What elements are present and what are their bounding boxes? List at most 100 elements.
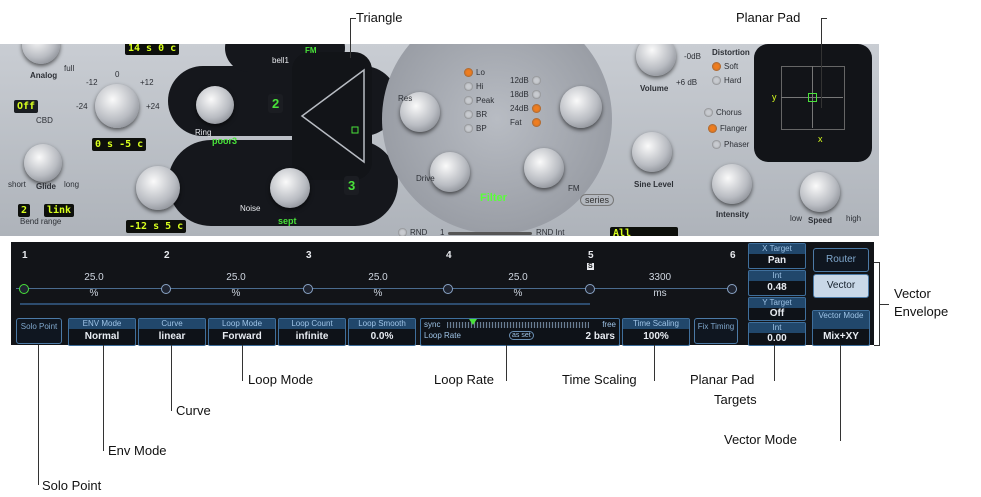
osc3-tune-knob[interactable] xyxy=(136,166,180,210)
segment-value[interactable]: 25.0 xyxy=(488,272,548,283)
as-set-button[interactable]: as set xyxy=(509,331,534,340)
callout-planar-pad-targets: Planar Pad xyxy=(690,372,755,387)
slope-fat-led[interactable] xyxy=(532,118,541,127)
flanger-led[interactable] xyxy=(708,124,717,133)
triangle-pad[interactable] xyxy=(292,52,372,180)
callout-line xyxy=(242,345,243,381)
segment-unit: % xyxy=(89,288,99,299)
phaser-label: Phaser xyxy=(724,140,750,149)
chorus-led[interactable] xyxy=(704,108,713,117)
phaser-led[interactable] xyxy=(712,140,721,149)
callout-line xyxy=(879,304,889,305)
analog-knob[interactable] xyxy=(22,44,60,64)
osc1-tune-display[interactable]: 14 s 0 c xyxy=(125,44,180,55)
loop-rate-control[interactable]: sync free Loop Rate as set 2 bars xyxy=(420,318,620,346)
rnd-target-select[interactable]: All xyxy=(610,227,678,236)
slope-12-led[interactable] xyxy=(532,76,541,85)
osc3-number[interactable]: 3 xyxy=(344,176,360,195)
callout-loop-rate: Loop Rate xyxy=(434,372,494,387)
filter-lo-led[interactable] xyxy=(464,68,473,77)
filter2-res-knob[interactable] xyxy=(560,86,602,128)
loop-smooth-control[interactable]: Loop Smooth 0.0% xyxy=(348,318,416,346)
solo-point-button[interactable]: Solo Point xyxy=(16,318,62,344)
filter-type-label: BP xyxy=(476,124,487,133)
distortion-soft-led[interactable] xyxy=(712,62,721,71)
filter-hi-led[interactable] xyxy=(464,82,473,91)
glide-knob[interactable] xyxy=(24,144,62,182)
env-point-4[interactable] xyxy=(443,284,453,294)
slope-label: 12dB xyxy=(510,76,529,85)
env-point-2[interactable] xyxy=(161,284,171,294)
planar-pad[interactable]: y x xyxy=(754,44,872,162)
tick-label: -24 xyxy=(76,102,88,111)
planar-pad-cursor[interactable] xyxy=(808,93,817,102)
analog-label: Analog xyxy=(30,71,58,80)
speed-knob[interactable] xyxy=(800,172,840,212)
env-point-6[interactable] xyxy=(727,284,737,294)
x-target-menu[interactable]: X Target Pan xyxy=(748,243,806,269)
env-loop-bar[interactable] xyxy=(20,303,590,305)
bend-link[interactable]: link xyxy=(44,204,75,217)
sustain-marker[interactable]: S xyxy=(587,263,594,270)
series-button[interactable]: series xyxy=(580,194,615,206)
slope-label: 24dB xyxy=(510,104,529,113)
slope-18-led[interactable] xyxy=(532,90,541,99)
glide-long-label: long xyxy=(64,180,80,189)
x-int-value: 0.48 xyxy=(767,282,787,293)
y-int-control[interactable]: Int 0.00 xyxy=(748,322,806,346)
callout-planar-pad-targets: Targets xyxy=(714,392,757,407)
rnd-button[interactable] xyxy=(398,228,407,236)
osc3-wave-knob[interactable] xyxy=(270,168,310,208)
rnd-label: RND xyxy=(410,228,428,236)
loop-smooth-label: Loop Smooth xyxy=(349,319,415,329)
intensity-knob[interactable] xyxy=(712,164,752,204)
segment-value[interactable]: 25.0 xyxy=(348,272,408,283)
osc3-tune-display[interactable]: -12 s 5 c xyxy=(126,220,187,233)
osc2-tune-display[interactable]: 0 s -5 c xyxy=(92,138,147,151)
filter2-fm-knob[interactable] xyxy=(524,148,564,188)
loop-rate-handle[interactable] xyxy=(469,319,477,325)
osc2-wave-name: poor3 xyxy=(212,136,238,146)
osc2-wave-knob[interactable] xyxy=(196,86,234,124)
chorus-label: Chorus xyxy=(716,108,742,117)
filter-button[interactable]: Filter xyxy=(480,192,507,204)
curve-control[interactable]: Curve linear xyxy=(138,318,206,346)
env-point-3[interactable] xyxy=(303,284,313,294)
curve-value: linear xyxy=(158,331,186,342)
x-int-control[interactable]: Int 0.48 xyxy=(748,270,806,296)
y-target-menu[interactable]: Y Target Off xyxy=(748,297,806,321)
distortion-hard-led[interactable] xyxy=(712,76,721,85)
filter1-drive-knob[interactable] xyxy=(430,152,470,192)
segment-value[interactable]: 25.0 xyxy=(206,272,266,283)
router-button[interactable]: Router xyxy=(813,248,869,272)
fix-timing-button[interactable]: Fix Timing xyxy=(694,318,738,344)
time-scaling-control[interactable]: Time Scaling 100% xyxy=(622,318,690,346)
segment-value[interactable]: 3300 xyxy=(630,272,690,283)
osc2-number[interactable]: 2 xyxy=(268,94,284,113)
callout-vector-mode: Vector Mode xyxy=(724,432,797,447)
volume-knob[interactable] xyxy=(636,44,676,76)
callout-env-mode: Env Mode xyxy=(108,443,167,458)
filter-br-led[interactable] xyxy=(464,110,473,119)
vector-button[interactable]: Vector xyxy=(813,274,869,298)
curve-label: Curve xyxy=(139,319,205,329)
osc2-tune-knob[interactable] xyxy=(95,84,139,128)
loop-count-control[interactable]: Loop Count infinite xyxy=(278,318,346,346)
filter-peak-led[interactable] xyxy=(464,96,473,105)
tick-label: -12 xyxy=(86,78,98,87)
cbd-select[interactable]: Off xyxy=(14,100,39,113)
sine-level-knob[interactable] xyxy=(632,132,672,172)
loop-mode-menu[interactable]: Loop Mode Forward xyxy=(208,318,276,346)
rnd-int-slider[interactable] xyxy=(448,232,532,235)
slope-24-led[interactable] xyxy=(532,104,541,113)
vector-mode-menu[interactable]: Vector Mode Mix+XY xyxy=(812,310,870,346)
bend-up-value[interactable]: 2 xyxy=(18,204,31,217)
env-point-5[interactable] xyxy=(585,284,595,294)
callout-line xyxy=(506,345,507,381)
segment-value[interactable]: 25.0 xyxy=(64,272,124,283)
env-mode-menu[interactable]: ENV Mode Normal xyxy=(68,318,136,346)
filter-type-label: Peak xyxy=(476,96,495,105)
filter-bp-led[interactable] xyxy=(464,124,473,133)
slope-label: 18dB xyxy=(510,90,529,99)
env-point-1[interactable] xyxy=(19,284,29,294)
